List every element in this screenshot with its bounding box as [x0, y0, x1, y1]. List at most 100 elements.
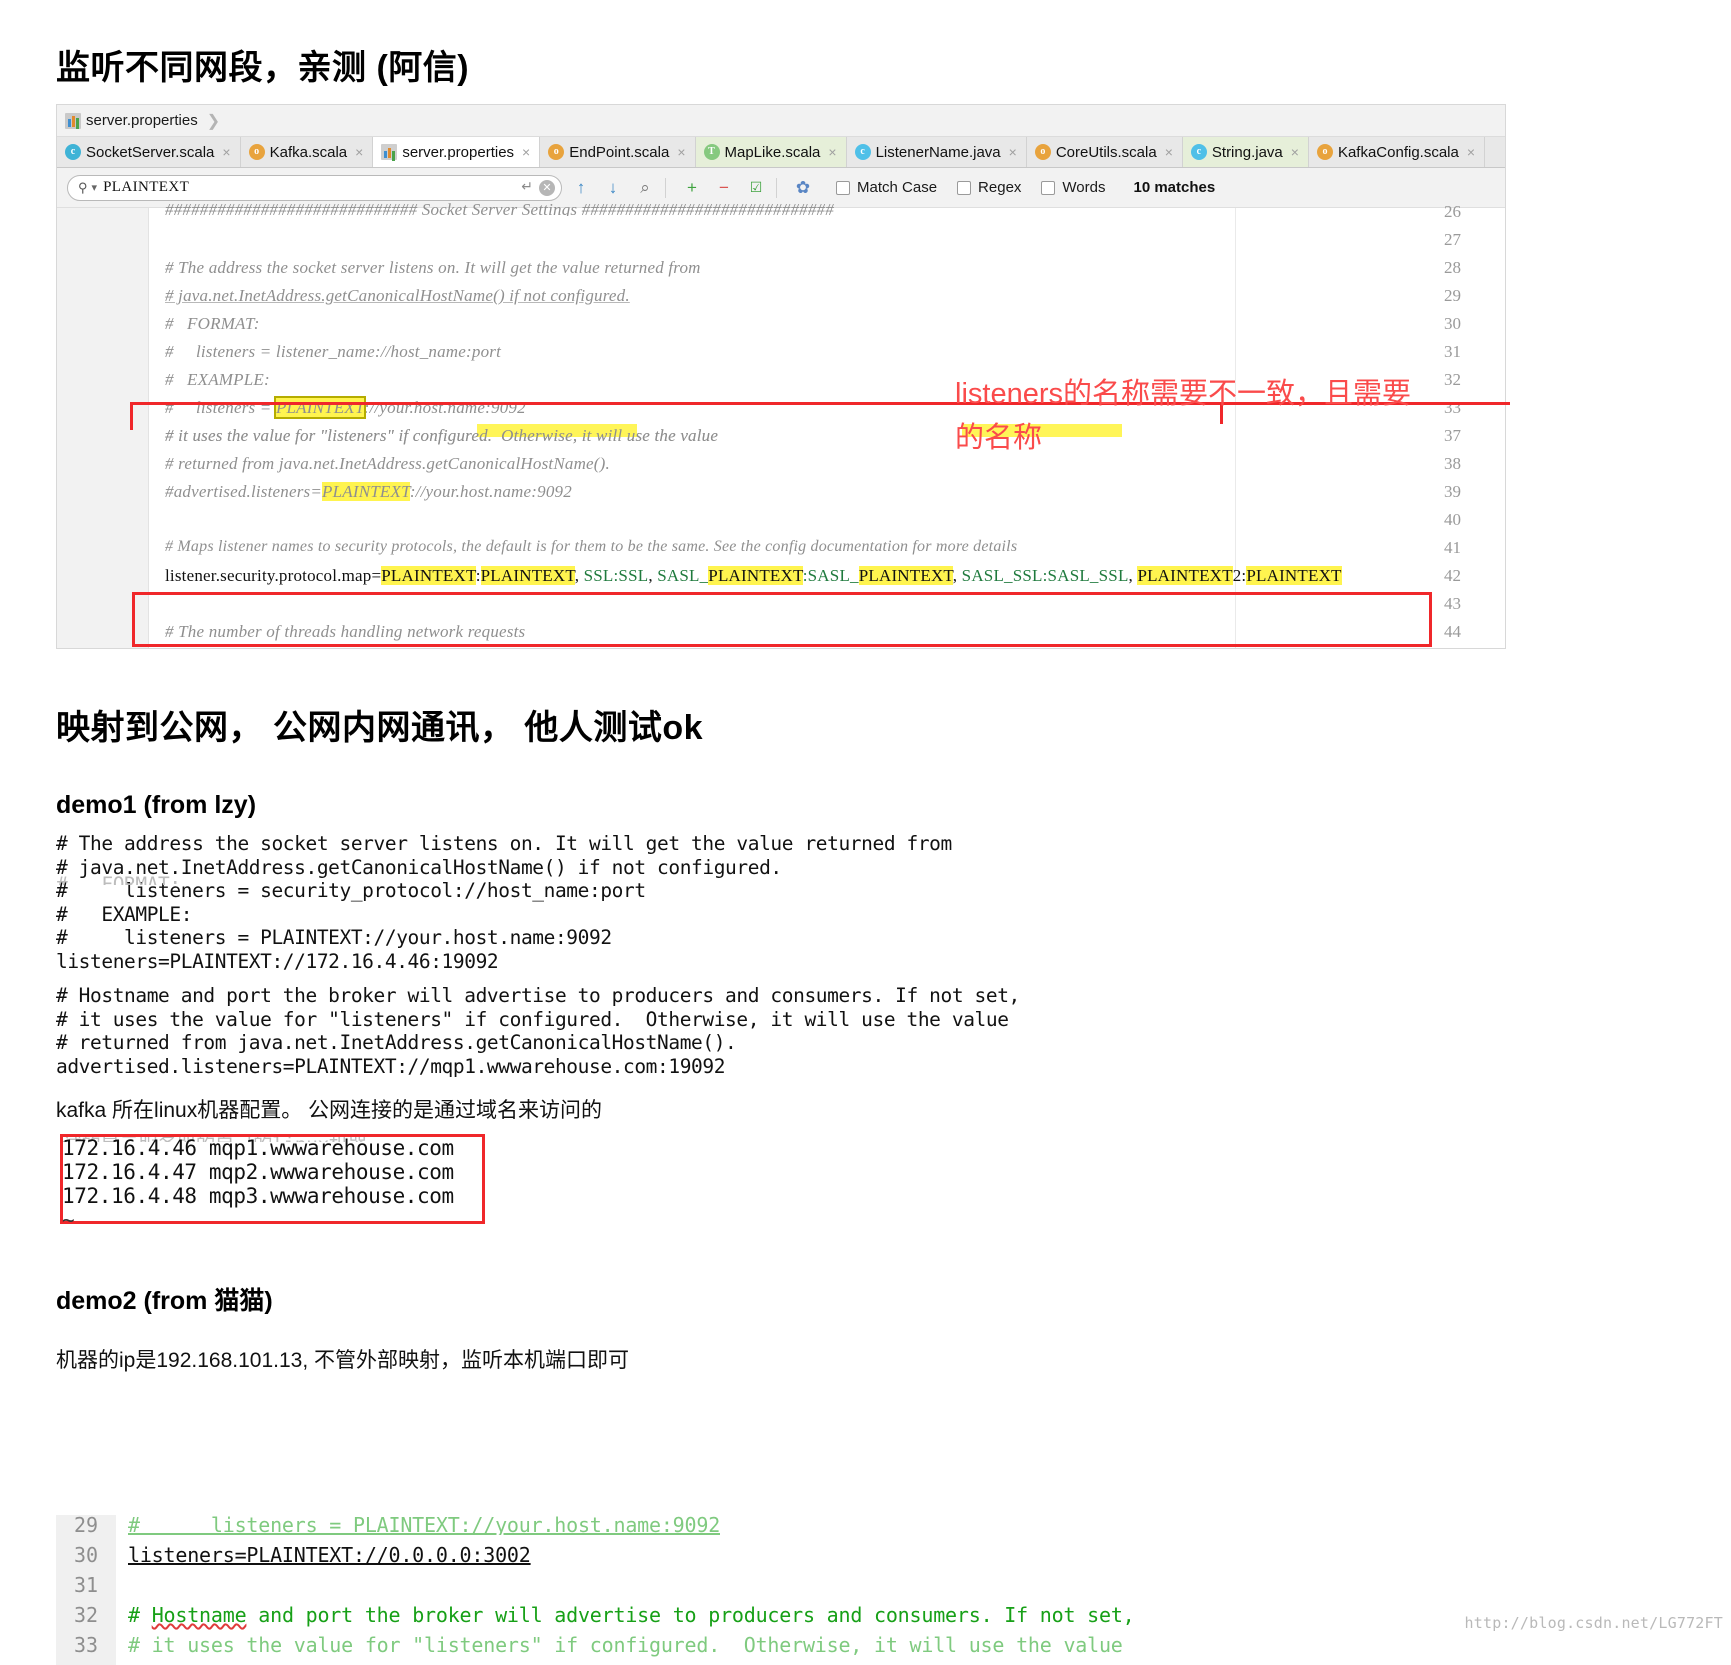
code-line-37-overlay: # it uses the value for "listeners" if c…: [165, 426, 719, 445]
line-number: 30: [1444, 314, 1461, 333]
search-input[interactable]: ⚲ ▾ PLAINTEXT ↵ ✕: [67, 174, 562, 201]
breadcrumb-label: server.properties: [86, 112, 198, 129]
code-line-26: ############################# Socket Ser…: [165, 200, 834, 216]
clear-search-icon[interactable]: ✕: [539, 179, 555, 196]
page-title-1: 监听不同网段，亲测 (阿信): [56, 49, 470, 87]
line-number: 27: [1444, 230, 1461, 249]
config-text: 2:: [1232, 566, 1247, 585]
close-icon[interactable]: ×: [522, 144, 530, 160]
editor-tab-strip: c SocketServer.scala × o Kafka.scala × s…: [57, 136, 1505, 168]
close-icon[interactable]: ×: [355, 144, 363, 160]
config-value: SASL_: [657, 566, 709, 585]
properties-file-icon: [381, 144, 398, 160]
checkbox-box[interactable]: [836, 180, 850, 195]
search-match-highlight: PLAINTEXT: [480, 566, 575, 585]
chevron-down-icon[interactable]: ▾: [92, 181, 98, 194]
gear-icon[interactable]: ✿: [790, 178, 816, 198]
tab-label: EndPoint.scala: [569, 143, 670, 161]
regex-checkbox[interactable]: Regex: [957, 179, 1021, 196]
code-line-39: #advertised.listeners=PLAINTEXT://your.h…: [165, 482, 572, 501]
scala-object-icon: o: [1034, 144, 1051, 160]
demo1-config-block: # The address the socket server listens …: [56, 832, 952, 973]
find-next-icon[interactable]: ↓: [600, 178, 626, 198]
tab-label: SocketServer.scala: [86, 143, 215, 161]
enter-icon[interactable]: ↵: [521, 179, 533, 196]
demo1-note: kafka 所在linux机器配置。 公网连接的是通过域名来访问的: [56, 1099, 603, 1122]
code-line-31: # listeners = listener_name://host_name:…: [165, 342, 502, 361]
search-match-highlight: PLAINTEXT: [858, 566, 953, 585]
spellcheck-word: Hostname: [151, 1603, 247, 1627]
tab-label: server.properties: [402, 143, 515, 161]
demo2-note: 机器的ip是192.168.101.13, 不管外部映射，监听本机端口即可: [56, 1349, 629, 1372]
line-number: 43: [1444, 594, 1461, 613]
checkbox-box[interactable]: [957, 180, 972, 195]
demo2-code-editor[interactable]: 29 30 31 32 33 # listeners = PLAINTEXT:/…: [56, 1515, 1296, 1665]
search-match-highlight: PLAINTEXT: [1246, 566, 1342, 585]
config-value: :SASL_: [802, 566, 859, 585]
hosts-line-2: 172.16.4.47 mqp2.wwwarehouse.com: [62, 1160, 454, 1184]
words-checkbox[interactable]: Words: [1041, 179, 1105, 196]
demo2-code-line-33: # it uses the value for "listeners" if c…: [128, 1633, 1123, 1657]
tab-label: ListenerName.java: [875, 143, 1001, 161]
toolbar-divider: [776, 177, 777, 198]
toolbar-divider: [665, 177, 666, 198]
tab-server-properties[interactable]: server.properties ×: [373, 137, 541, 167]
regex-label: Regex: [978, 179, 1022, 196]
scala-object-icon: o: [548, 144, 565, 160]
search-icon[interactable]: ⚲: [78, 180, 88, 196]
page-title-2: 映射到公网， 公网内网通讯， 他人测试ok: [56, 709, 704, 747]
properties-file-icon: [65, 112, 81, 129]
line-number: 26: [1444, 202, 1461, 221]
search-match-highlight: PLAINTEXT: [322, 482, 410, 501]
search-match-highlight: PLAINTEXT: [1137, 566, 1233, 585]
line-number: 39: [1444, 482, 1461, 501]
filter-occurrences-icon[interactable]: ⌕: [632, 178, 658, 198]
close-icon[interactable]: ×: [1467, 144, 1475, 160]
tab-socketserver-scala[interactable]: c SocketServer.scala ×: [57, 137, 241, 167]
line-number: 31: [74, 1573, 99, 1597]
line-number: 30: [74, 1543, 99, 1567]
demo1-ghost-line: # FORMAT:: [56, 873, 181, 885]
code-line-44: # The number of threads handling network…: [165, 622, 526, 641]
close-icon[interactable]: ×: [677, 144, 685, 160]
tab-kafkaconfig-scala[interactable]: o KafkaConfig.scala ×: [1308, 137, 1486, 167]
search-match-highlight: PLAINTEXT: [708, 566, 803, 585]
close-icon[interactable]: ×: [828, 144, 836, 160]
tab-string-java[interactable]: c String.java ×: [1182, 137, 1309, 167]
close-icon[interactable]: ×: [1291, 144, 1299, 160]
checkbox-box[interactable]: [1041, 180, 1056, 195]
annotation-line: [130, 402, 133, 430]
line-number: 29: [1444, 286, 1461, 305]
scala-trait-icon: T: [703, 144, 720, 160]
close-icon[interactable]: ×: [222, 144, 230, 160]
config-value: SSL:SSL: [583, 566, 649, 585]
java-class-icon: c: [854, 144, 871, 160]
tab-endpoint-scala[interactable]: o EndPoint.scala ×: [540, 137, 696, 167]
tab-listenername-java[interactable]: c ListenerName.java ×: [846, 137, 1027, 167]
demo2-code-line-30: listeners=PLAINTEXT://0.0.0.0:3002: [128, 1543, 531, 1567]
tab-kafka-scala[interactable]: o Kafka.scala ×: [240, 137, 374, 167]
line-number-gutter: [57, 208, 149, 648]
find-previous-icon[interactable]: ↑: [568, 178, 594, 198]
line-number: 42: [1444, 566, 1461, 585]
breadcrumb: server.properties ❯: [57, 105, 1505, 136]
match-case-label: Match Case: [857, 179, 938, 196]
line-number: 33: [1444, 398, 1461, 417]
close-icon[interactable]: ×: [1009, 144, 1017, 160]
add-selection-icon[interactable]: +: [679, 178, 705, 198]
watermark-url: http://blog.csdn.net/LG772FT: [1464, 1614, 1723, 1632]
chevron-right-icon: ❯: [206, 112, 221, 130]
hosts-line-1: 172.16.4.46 mqp1.wwwarehouse.com: [62, 1136, 454, 1160]
line-number: 32: [1444, 370, 1461, 389]
tab-maplike-scala[interactable]: T MapLike.scala ×: [695, 137, 847, 167]
config-text: ,: [574, 566, 584, 585]
java-class-icon: c: [1190, 144, 1207, 160]
config-text: listener.security.protocol.map=: [165, 566, 382, 585]
match-case-checkbox[interactable]: Match Case: [836, 179, 937, 196]
words-label: Words: [1062, 179, 1106, 196]
close-icon[interactable]: ×: [1165, 144, 1173, 160]
remove-selection-icon[interactable]: −: [711, 178, 737, 198]
config-text: ,: [648, 566, 658, 585]
tab-coreutils-scala[interactable]: o CoreUtils.scala ×: [1026, 137, 1183, 167]
select-all-occurrences-icon[interactable]: ☑: [743, 179, 769, 196]
